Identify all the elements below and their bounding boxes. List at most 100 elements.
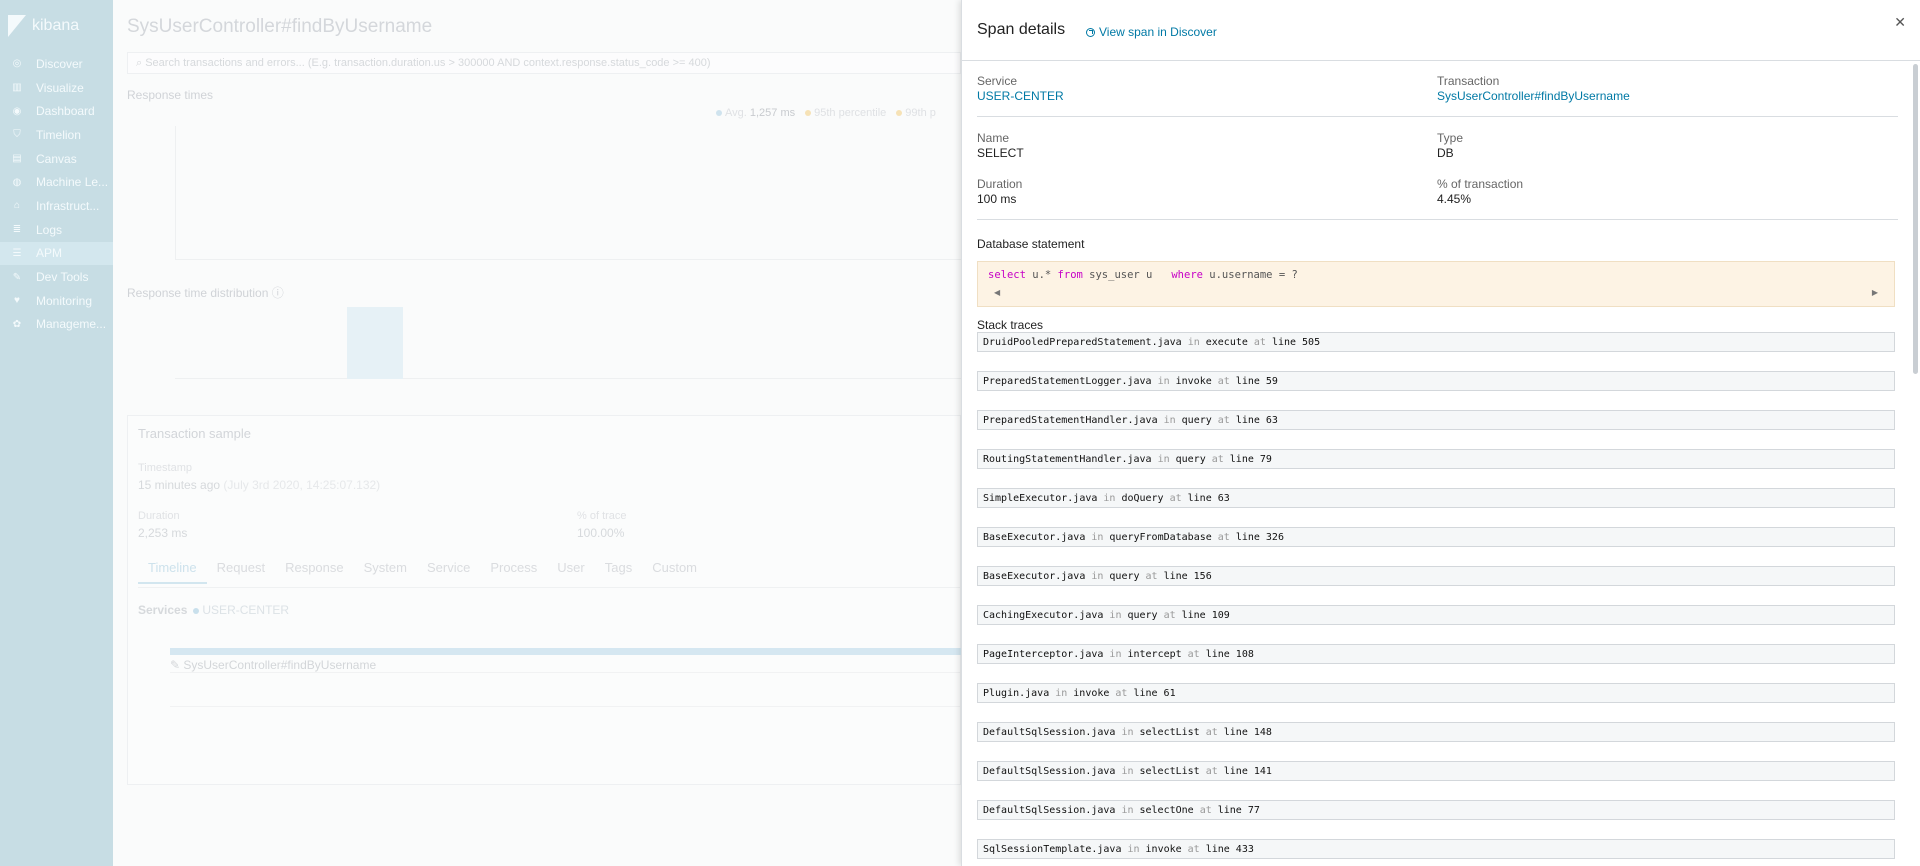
tab-tags[interactable]: Tags <box>595 560 642 584</box>
stack-frame-in: in <box>1121 726 1134 738</box>
close-icon[interactable]: ✕ <box>1894 14 1906 31</box>
stack-frame-file: RoutingStatementHandler.java <box>983 453 1152 465</box>
stack-frame-at: at <box>1205 765 1218 777</box>
sidebar-item-apm[interactable]: ☰ APM <box>0 241 113 266</box>
stack-frame-function: query <box>1175 453 1206 465</box>
help-icon[interactable]: ⓘ <box>272 286 284 300</box>
sidebar-item-canvas[interactable]: ▤ Canvas <box>0 147 113 171</box>
legend-p95[interactable]: 95th percentile <box>805 107 886 119</box>
bar-chart-icon: ▥ <box>12 82 22 94</box>
stack-frame[interactable]: DefaultSqlSession.java in selectList at line… <box>977 761 1895 781</box>
sidebar: kibana ◎ Discover ▥ Visualize ◉ Dashboard ⛉ Tim… <box>0 0 113 866</box>
ml-icon: ◍ <box>12 176 22 188</box>
tab-user[interactable]: User <box>547 560 594 584</box>
stack-frame-function: selectOne <box>1139 804 1194 816</box>
stack-frame-at: at <box>1187 648 1200 660</box>
database-statement-code[interactable]: select u.* from sys_user u where u.usern… <box>977 261 1895 307</box>
sidebar-item-machine-le[interactable]: ◍ Machine Le... <box>0 170 113 194</box>
stack-frame[interactable]: RoutingStatementHandler.java in query at lin… <box>977 449 1895 469</box>
pct-of-transaction-label: % of transaction <box>1437 177 1524 191</box>
stack-frame[interactable]: Plugin.java in invoke at line 61 <box>977 683 1895 703</box>
stack-frame-line: line 108 <box>1205 648 1254 660</box>
timeline-transaction-bar[interactable] <box>170 648 962 655</box>
stack-frame-line: line 148 <box>1223 726 1272 738</box>
stack-frame[interactable]: SimpleExecutor.java in doQuery at line 63 <box>977 488 1895 508</box>
wrench-icon: ✎ <box>12 271 22 283</box>
stack-frame-function: execute <box>1205 336 1248 348</box>
distribution-chart[interactable] <box>175 303 961 379</box>
tab-response[interactable]: Response <box>275 560 354 584</box>
apm-icon: ☰ <box>12 247 22 259</box>
stack-frame-function: queryFromDatabase <box>1109 531 1212 543</box>
service-link[interactable]: USER-CENTER <box>977 88 1437 104</box>
flyout-body: Service USER-CENTER Transaction SysUserC… <box>977 61 1898 859</box>
tab-process[interactable]: Process <box>480 560 547 584</box>
legend-p99[interactable]: 99th p <box>896 107 936 119</box>
legend-avg[interactable]: Avg. 1,257 ms <box>716 107 795 119</box>
distribution-bar[interactable] <box>347 307 403 379</box>
stack-frame-file: DefaultSqlSession.java <box>983 765 1116 777</box>
sidebar-item-monitoring[interactable]: ♥ Monitoring <box>0 289 113 313</box>
kibana-logo[interactable]: kibana <box>0 0 113 52</box>
stack-frame[interactable]: SqlSessionTemplate.java in invoke at line 43… <box>977 839 1895 859</box>
view-span-in-discover-link[interactable]: View span in Discover <box>1086 25 1217 39</box>
stack-traces-title: Stack traces <box>977 318 1044 332</box>
sidebar-item-infrastruct[interactable]: ⌂ Infrastruct... <box>0 194 113 218</box>
stack-frame-function: selectList <box>1139 765 1200 777</box>
stack-frame[interactable]: PageInterceptor.java in intercept at line 10… <box>977 644 1895 664</box>
response-times-title: Response times <box>127 88 214 102</box>
type-label: Type <box>1437 131 1464 145</box>
stack-frame-file: SqlSessionTemplate.java <box>983 843 1122 855</box>
stack-frame-in: in <box>1163 414 1176 426</box>
transaction-sample-title: Transaction sample <box>138 426 251 441</box>
sidebar-item-manageme[interactable]: ✿ Manageme... <box>0 313 113 337</box>
stack-frame[interactable]: BaseExecutor.java in query at line 156 <box>977 566 1895 586</box>
stack-frame-at: at <box>1217 531 1230 543</box>
sql-statement: select u.* from sys_user u where u.usern… <box>988 269 1298 281</box>
stack-frame[interactable]: BaseExecutor.java in queryFromDatabase at li… <box>977 527 1895 547</box>
pct-of-transaction-value: 4.45% <box>1437 192 1472 206</box>
tab-service[interactable]: Service <box>417 560 480 584</box>
infra-icon: ⌂ <box>13 200 21 212</box>
stack-frame-at: at <box>1115 687 1128 699</box>
name-value: SELECT <box>977 146 1024 160</box>
service-transaction-row: Service USER-CENTER Transaction SysUserC… <box>977 61 1898 117</box>
sidebar-item-label: APM <box>36 246 63 261</box>
stack-frame-file: BaseExecutor.java <box>983 570 1086 582</box>
service-label: Service <box>977 74 1018 88</box>
stack-frame[interactable]: PreparedStatementHandler.java in query at li… <box>977 410 1895 430</box>
dashboard-icon: ◉ <box>12 105 22 117</box>
sidebar-item-visualize[interactable]: ▥ Visualize <box>0 76 113 100</box>
tab-timeline[interactable]: Timeline <box>138 560 207 584</box>
stack-frame-in: in <box>1187 336 1200 348</box>
stack-frame[interactable]: PreparedStatementLogger.java in invoke at li… <box>977 371 1895 391</box>
stack-frame[interactable]: DefaultSqlSession.java in selectList at line… <box>977 722 1895 742</box>
sidebar-item-timelion[interactable]: ⛉ Timelion <box>0 123 113 147</box>
stack-frame[interactable]: DefaultSqlSession.java in selectOne at line … <box>977 800 1895 820</box>
timestamp-value: 15 minutes ago (July 3rd 2020, 14:25:07.… <box>138 478 381 492</box>
tab-custom[interactable]: Custom <box>642 560 707 584</box>
stack-frame-line: line 77 <box>1217 804 1260 816</box>
transaction-link[interactable]: SysUserController#findByUsername <box>1437 88 1897 104</box>
sidebar-item-label: Machine Le... <box>36 175 109 190</box>
sidebar-item-dev-tools[interactable]: ✎ Dev Tools <box>0 265 113 289</box>
sidebar-item-label: Canvas <box>36 151 77 166</box>
stack-frame-line: line 79 <box>1229 453 1272 465</box>
sidebar-item-dashboard[interactable]: ◉ Dashboard <box>0 99 113 123</box>
tab-system[interactable]: System <box>354 560 417 584</box>
duration-label: Duration <box>138 510 180 522</box>
stack-frame-file: Plugin.java <box>983 687 1050 699</box>
stack-frame-at: at <box>1211 453 1224 465</box>
sidebar-item-discover[interactable]: ◎ Discover <box>0 52 113 76</box>
scroll-left-icon[interactable]: ◀ <box>994 288 1000 297</box>
sidebar-item-logs[interactable]: ≣ Logs <box>0 218 113 242</box>
stack-frame[interactable]: CachingExecutor.java in query at line 109 <box>977 605 1895 625</box>
flyout-scrollbar[interactable] <box>1913 64 1918 374</box>
timeline-transaction-label[interactable]: ✎ SysUserController#findByUsername <box>170 658 376 672</box>
tab-request[interactable]: Request <box>207 560 275 584</box>
search-input[interactable]: ⌕ Search transactions and errors... (E.g… <box>127 52 961 74</box>
scroll-right-icon[interactable]: ▶ <box>1872 288 1878 297</box>
stack-frame[interactable]: DruidPooledPreparedStatement.java in execu… <box>977 332 1895 352</box>
stack-frame-file: SimpleExecutor.java <box>983 492 1098 504</box>
stack-frame-in: in <box>1157 375 1170 387</box>
